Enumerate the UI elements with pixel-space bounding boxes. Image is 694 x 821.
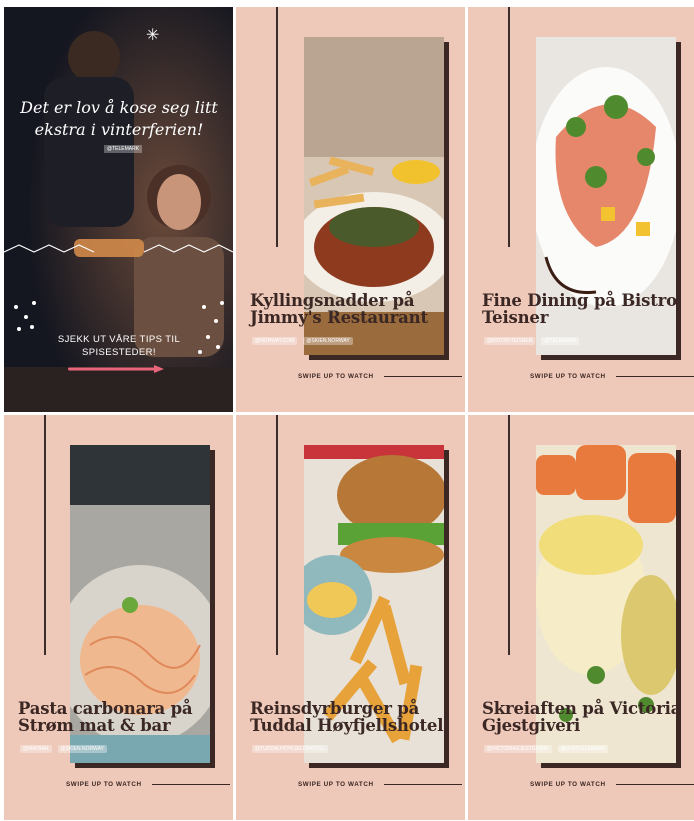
card-tags: @NORWAY.COM @SKIEN.NORWAY bbox=[252, 337, 353, 345]
swipe-up-prompt[interactable]: SWIPE UP TO WATCH bbox=[298, 781, 462, 788]
card-title: Reinsdyrburger på Tuddal Høyfjellshotel bbox=[250, 699, 444, 735]
tag-label: @VISITTELEMARK bbox=[557, 745, 609, 753]
swipe-up-label: SWIPE UP TO WATCH bbox=[298, 373, 374, 380]
card-tags: @VICTORIAGJESTGIVERI @VISITTELEMARK bbox=[484, 745, 609, 753]
card-tags: @TUDDALHOYFJELLSHOTEL bbox=[252, 745, 329, 753]
swipe-up-label: SWIPE UP TO WATCH bbox=[530, 373, 606, 380]
tag-label: @TELEMARK bbox=[541, 337, 580, 345]
swipe-up-prompt[interactable]: SWIPE UP TO WATCH bbox=[530, 373, 694, 380]
swipe-up-label: SWIPE UP TO WATCH bbox=[66, 781, 142, 788]
story-card[interactable]: Pasta carbonara på Strøm mat & bar @MATB… bbox=[4, 415, 233, 820]
card-title: Kyllingsnadder på Jimmy's Restaurant bbox=[250, 291, 428, 327]
story-grid: ✳ Det er lov å kose seg litt ekstra i vi… bbox=[4, 7, 694, 820]
story-intro-cta[interactable]: SJEKK UT VÅRE TIPS TIL SPISESTEDER! bbox=[24, 333, 214, 359]
swipe-up-prompt[interactable]: SWIPE UP TO WATCH bbox=[530, 781, 694, 788]
card-tags: @MATBAR @SKIEN.NORWAY bbox=[20, 745, 107, 753]
decorative-line bbox=[508, 7, 510, 247]
story-intro-tag: @TELEMARK bbox=[104, 145, 143, 153]
tag-label: @SKIEN.NORWAY bbox=[57, 745, 107, 753]
story-card[interactable]: Fine Dining på Bistro Teisner @BISTROTEI… bbox=[468, 7, 694, 412]
tag-label: @BISTROTEISNER bbox=[484, 337, 536, 345]
story-card[interactable]: Reinsdyrburger på Tuddal Høyfjellshotel … bbox=[236, 415, 465, 820]
tag-label: @NORWAY.COM bbox=[252, 337, 298, 345]
card-tags: @BISTROTEISNER @TELEMARK bbox=[484, 337, 580, 345]
story-intro-heading: Det er lov å kose seg litt ekstra i vint… bbox=[20, 98, 218, 139]
tag-label: @SKIEN.NORWAY bbox=[303, 337, 353, 345]
story-card[interactable]: Kyllingsnadder på Jimmy's Restaurant @NO… bbox=[236, 7, 465, 412]
tag-label: @TUDDALHOYFJELLSHOTEL bbox=[252, 745, 329, 753]
arrow-right-icon bbox=[68, 365, 164, 373]
card-title: Skreiaften på Victoria Gjestgiveri bbox=[482, 699, 682, 735]
story-intro[interactable]: ✳ Det er lov å kose seg litt ekstra i vi… bbox=[4, 7, 233, 412]
card-title: Pasta carbonara på Strøm mat & bar bbox=[18, 699, 193, 735]
tag-label: @MATBAR bbox=[20, 745, 52, 753]
card-title: Fine Dining på Bistro Teisner bbox=[482, 291, 677, 327]
sparkle-icon: ✳ bbox=[146, 27, 160, 44]
story-card[interactable]: Skreiaften på Victoria Gjestgiveri @VICT… bbox=[468, 415, 694, 820]
decorative-line bbox=[508, 415, 510, 655]
decorative-line bbox=[44, 415, 46, 655]
swipe-up-label: SWIPE UP TO WATCH bbox=[530, 781, 606, 788]
swipe-up-prompt[interactable]: SWIPE UP TO WATCH bbox=[298, 373, 462, 380]
swipe-up-label: SWIPE UP TO WATCH bbox=[298, 781, 374, 788]
decorative-line bbox=[276, 415, 278, 655]
tag-label: @VICTORIAGJESTGIVERI bbox=[484, 745, 552, 753]
swipe-up-prompt[interactable]: SWIPE UP TO WATCH bbox=[66, 781, 230, 788]
decorative-line bbox=[276, 7, 278, 247]
